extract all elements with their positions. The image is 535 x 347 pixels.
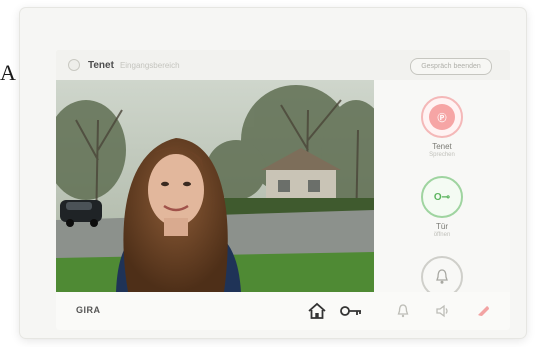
- hangup-icon: [478, 306, 489, 316]
- intercom-screen: Tenet Eingangsbereich Gespräch beenden Ⓟ…: [56, 50, 510, 330]
- talk-label: Tenet: [432, 142, 452, 151]
- brand-logo: GIRA: [76, 305, 101, 315]
- action-talk[interactable]: Ⓟ Tenet Sprechen: [374, 96, 510, 158]
- talk-sub-label: Sprechen: [429, 152, 455, 158]
- key-icon: [340, 306, 361, 316]
- camera-video-feed: [56, 80, 374, 292]
- nav-hangup[interactable]: [470, 298, 496, 324]
- bell-icon: [436, 269, 448, 284]
- caller-location: Eingangsbereich: [119, 60, 180, 70]
- nav-volume[interactable]: [430, 298, 456, 324]
- nav-home[interactable]: [304, 298, 330, 324]
- intercom-device: Tenet Eingangsbereich Gespräch beenden Ⓟ…: [20, 8, 526, 338]
- phone-icon: Ⓟ: [429, 104, 455, 130]
- door-label: Tür: [436, 222, 448, 231]
- bottom-nav-bar: GIRA: [56, 292, 510, 330]
- talk-button[interactable]: Ⓟ: [421, 96, 463, 138]
- end-call-button[interactable]: Gespräch beenden: [410, 58, 492, 75]
- bell-icon: [397, 304, 409, 318]
- speaker-icon: [436, 304, 448, 318]
- key-icon: O⊸: [433, 191, 451, 203]
- edge-letter: A: [0, 60, 16, 85]
- door-sub-label: öffnen: [433, 232, 451, 238]
- home-icon: [308, 302, 326, 319]
- camera-image: [56, 80, 374, 292]
- caller-name: Tenet: [88, 59, 114, 71]
- action-door[interactable]: O⊸ Tür öffnen: [374, 176, 510, 238]
- call-top-bar: Tenet Eingangsbereich Gespräch beenden: [56, 50, 510, 80]
- call-action-panel: Ⓟ Tenet Sprechen O⊸ Tür öffnen: [374, 80, 510, 298]
- status-dot-icon: [68, 59, 80, 71]
- nav-door-open[interactable]: [338, 298, 364, 324]
- door-open-button[interactable]: O⊸: [421, 176, 463, 218]
- nav-light[interactable]: [390, 298, 416, 324]
